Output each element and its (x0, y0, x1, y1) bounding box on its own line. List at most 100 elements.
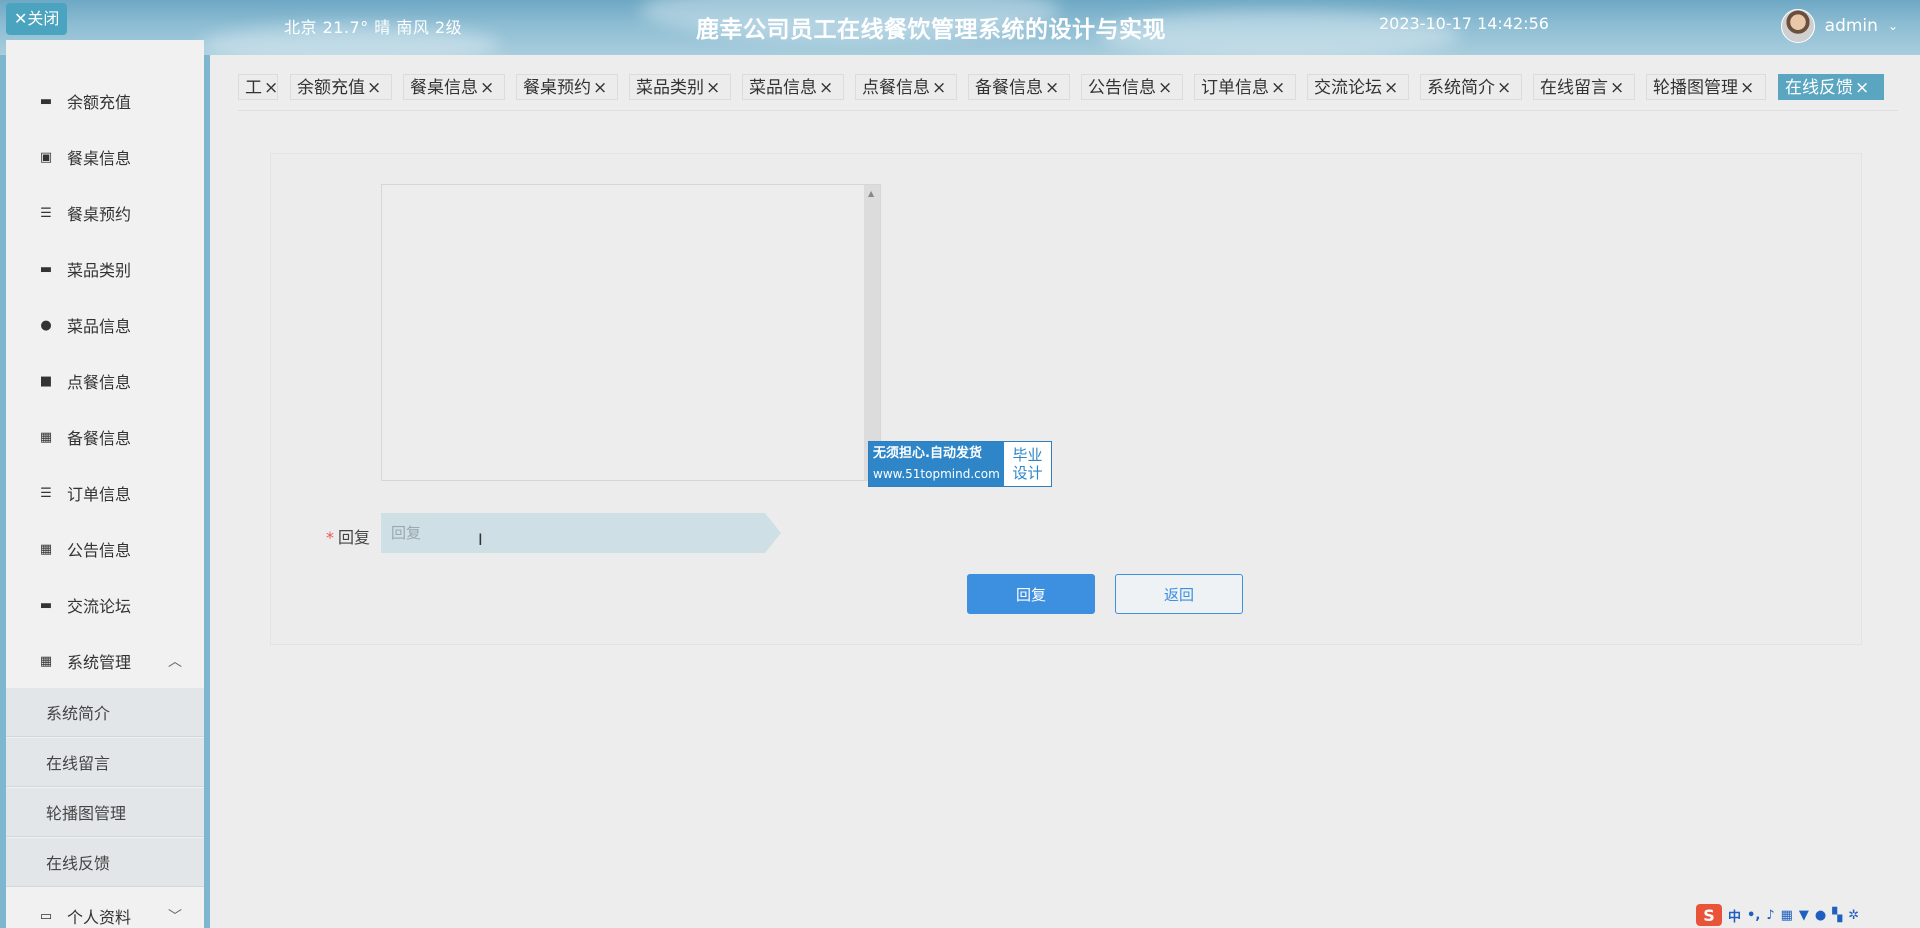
close-icon[interactable]: × (480, 78, 494, 98)
close-icon[interactable]: × (706, 78, 720, 98)
sidebar-item-label: 订单信息 (67, 485, 132, 504)
sidebar-item-label: 点餐信息 (67, 373, 132, 392)
sidebar-item-orders[interactable]: ☰ 订单信息 (6, 465, 204, 521)
close-icon[interactable]: × (367, 78, 381, 98)
header-bar: ✕关闭 北京 21.7° 晴 南风 2级 鹿幸公司员工在线餐饮管理系统的设计与实… (0, 0, 1920, 55)
sidebar-item-balance[interactable]: ▬ 余额充值 (6, 73, 204, 129)
microphone-icon[interactable]: ♪ (1766, 908, 1774, 923)
tab-label: 公告信息 (1088, 78, 1156, 98)
chevron-up-icon: ︿ (168, 654, 182, 670)
close-icon[interactable]: × (1045, 78, 1059, 98)
text-cursor-icon: I (478, 530, 483, 549)
sidebar-item-tables[interactable]: ▣ 餐桌信息 (6, 129, 204, 185)
shirt-icon[interactable]: ▼ (1799, 908, 1809, 923)
tab-label: 工 (245, 78, 262, 98)
close-icon[interactable]: × (819, 78, 833, 98)
chevron-down-icon: ⌄ (1887, 19, 1898, 33)
submenu-item-carousel[interactable]: 轮播图管理 (6, 788, 204, 837)
tab-orders[interactable]: 订单信息 × (1194, 74, 1296, 100)
close-icon[interactable]: × (932, 78, 946, 98)
user-menu[interactable]: admin ⌄ (1780, 8, 1898, 44)
content-textarea[interactable]: ▲ (381, 184, 881, 481)
tab-label: 餐桌预约 (523, 78, 591, 98)
tab-label: 交流论坛 (1314, 78, 1382, 98)
sidebar-item-label: 系统管理 (67, 653, 132, 672)
close-icon[interactable]: × (1384, 78, 1398, 98)
apps-icon[interactable]: ▚ (1832, 908, 1842, 923)
tab-prep[interactable]: 备餐信息 × (968, 74, 1070, 100)
sidebar-item-orders-placed[interactable]: ■ 点餐信息 (6, 353, 204, 409)
tab-forum[interactable]: 交流论坛 × (1307, 74, 1409, 100)
close-icon[interactable]: × (1158, 78, 1172, 98)
scrollbar[interactable]: ▲ (864, 185, 880, 480)
close-icon[interactable]: × (1271, 78, 1285, 98)
watermark-text: 无须担心.自动发货 www.51topmind.com (869, 442, 1004, 486)
sidebar-item-notices[interactable]: ▦ 公告信息 (6, 521, 204, 577)
sidebar-item-label: 个人资料 (67, 908, 132, 927)
sidebar-item-label: 餐桌预约 (67, 205, 132, 224)
required-marker: * (326, 528, 334, 547)
tab-balance[interactable]: 余额充值 × (290, 74, 392, 100)
sidebar-item-dish-categories[interactable]: ▬ 菜品类别 (6, 241, 204, 297)
reply-button[interactable]: 回复 (967, 574, 1095, 614)
list-icon: ☰ (40, 205, 52, 221)
sidebar-item-prep[interactable]: ▦ 备餐信息 (6, 409, 204, 465)
tab-messages[interactable]: 在线留言 × (1533, 74, 1635, 100)
watermark-side-line: 毕业 (1012, 446, 1043, 464)
calendar-icon: ▭ (39, 908, 53, 924)
sidebar-item-system[interactable]: ▦ 系统管理 ︿ (6, 633, 204, 689)
monitor-icon: ▬ (39, 261, 53, 277)
sidebar-item-forum[interactable]: ▬ 交流论坛 (6, 577, 204, 633)
system-tray: S 中 •, ♪ ▦ ▼ ● ▚ ✲ (1690, 902, 1920, 928)
close-icon[interactable]: × (1497, 78, 1511, 98)
close-icon[interactable]: × (1740, 78, 1754, 98)
sidebar-item-label: 交流论坛 (67, 597, 132, 616)
close-icon[interactable]: × (1855, 78, 1869, 98)
tab-label: 备餐信息 (975, 78, 1043, 98)
tab-label: 在线留言 (1540, 78, 1608, 98)
sidebar-item-profile[interactable]: ▭ 个人资料 ﹀ (6, 888, 204, 928)
datetime: 2023-10-17 14:42:56 (1379, 14, 1549, 33)
clipboard-icon: ▣ (39, 149, 53, 165)
ime-logo-icon[interactable]: S (1696, 904, 1722, 926)
sidebar-item-label: 餐桌信息 (67, 149, 132, 168)
sidebar: ▬ 余额充值 ▣ 餐桌信息 ☰ 餐桌预约 ▬ 菜品类别 ● 菜品信息 ■ 点餐信… (6, 40, 204, 928)
close-sidebar-button[interactable]: ✕关闭 (6, 3, 68, 35)
close-icon[interactable]: × (264, 78, 278, 98)
tab-dish-categories[interactable]: 菜品类别 × (629, 74, 731, 100)
sidebar-item-dishes[interactable]: ● 菜品信息 (6, 297, 204, 353)
tab-partial[interactable]: 工 × (238, 74, 278, 100)
tab-carousel[interactable]: 轮播图管理 × (1646, 74, 1766, 100)
tab-tables[interactable]: 餐桌信息 × (403, 74, 505, 100)
reply-input[interactable] (381, 513, 781, 553)
reply-label: * 回复 (326, 524, 370, 548)
close-icon[interactable]: × (593, 78, 607, 98)
tab-notices[interactable]: 公告信息 × (1081, 74, 1183, 100)
submenu-item-messages[interactable]: 在线留言 (6, 738, 204, 787)
back-button[interactable]: 返回 (1115, 574, 1243, 614)
reply-label-text: 回复 (338, 528, 371, 547)
tab-orders-placed[interactable]: 点餐信息 × (855, 74, 957, 100)
lines-icon: ☰ (40, 485, 52, 501)
sidebar-item-reservations[interactable]: ☰ 餐桌预约 (6, 185, 204, 241)
sidebar-item-label: 备餐信息 (67, 429, 132, 448)
submenu-item-feedback[interactable]: 在线反馈 (6, 838, 204, 887)
punctuation-icon[interactable]: •, (1747, 908, 1760, 923)
keyboard-icon[interactable]: ▦ (1781, 908, 1793, 923)
settings-icon[interactable]: ✲ (1848, 908, 1859, 923)
scroll-up-icon[interactable]: ▲ (868, 189, 874, 198)
close-icon[interactable]: × (1610, 78, 1624, 98)
ime-mode[interactable]: 中 (1728, 906, 1741, 925)
grid-icon: ▦ (39, 541, 53, 557)
grid-icon: ▦ (39, 653, 53, 669)
tab-reservations[interactable]: 餐桌预约 × (516, 74, 618, 100)
divider (238, 110, 1898, 111)
cloud-icon[interactable]: ● (1815, 908, 1826, 923)
tab-feedback[interactable]: 在线反馈 × (1778, 74, 1884, 100)
chat-icon: ▬ (39, 93, 53, 109)
leaf-icon: ● (40, 317, 52, 333)
weather-info: 北京 21.7° 晴 南风 2级 (284, 18, 463, 37)
tab-dishes[interactable]: 菜品信息 × (742, 74, 844, 100)
tab-intro[interactable]: 系统简介 × (1420, 74, 1522, 100)
submenu-item-intro[interactable]: 系统简介 (6, 688, 204, 737)
